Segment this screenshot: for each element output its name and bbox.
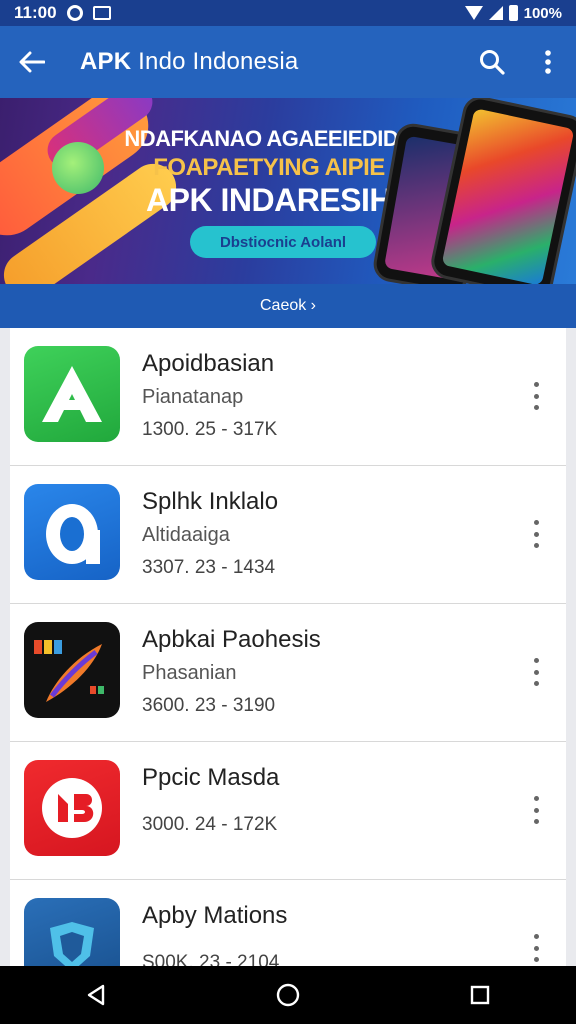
search-icon [480,50,505,75]
list-item[interactable]: Apoidbasian Pianatanap 1300. 25 - 317K [10,328,566,466]
app-developer: Altidaaiga [142,524,230,546]
app-icon [24,484,120,580]
paintbrush-icon [34,640,104,702]
battery-percent: 100% [523,4,562,22]
list-item[interactable]: Apby Mations S00K. 23 - 2104 [10,880,566,966]
app-developer: Phasanian [142,662,237,684]
list-item[interactable]: Splhk Inklalo Altidaaiga 3307. 23 - 1434 [10,466,566,604]
notification-image-icon [92,6,111,20]
banner-text: NDAFKANAO AGAEEIEDIDU FOAPAETYING AIPIE … [124,126,414,219]
search-button[interactable] [464,26,520,98]
promo-banner[interactable]: NDAFKANAO AGAEEIEDIDU FOAPAETYING AIPIE … [0,98,576,286]
nav-home-button[interactable] [258,966,318,1024]
app-icon [24,760,120,856]
page-title: APK Indo Indonesia [80,48,298,76]
list-item[interactable]: Apbkai Paohesis Phasanian 3600. 23 - 319… [10,604,566,742]
app-name: Splhk Inklalo [142,488,279,515]
more-vertical-icon [545,50,551,74]
back-button[interactable] [0,26,64,98]
circle-home-icon [276,983,300,1007]
app-meta: 1300. 25 - 317K [142,419,278,440]
banner-footer-label: Caeok › [259,297,317,314]
nav-back-button[interactable] [66,966,126,1024]
item-more-button[interactable] [524,930,548,966]
app-icon [24,898,120,966]
app-icon [24,346,120,442]
letter-a-icon [42,366,102,422]
item-more-button[interactable] [524,654,548,690]
banner-headline-1: NDAFKANAO AGAEEIEDIDU [124,126,414,151]
app-name: Apoidbasian [142,350,275,377]
app-meta: 3307. 23 - 1434 [142,557,276,578]
app-meta: 3000. 24 - 172K [142,814,278,835]
banner-cta-button[interactable]: Dbstiocnic Aolanl [190,226,376,258]
shield-icon [50,922,94,966]
app-developer: Pianatanap [142,386,244,408]
item-more-button[interactable] [524,516,548,552]
signal-icon [488,6,503,20]
triangle-back-icon [87,984,105,1006]
status-bar: 11:00 100% [0,0,576,26]
letter-o-icon [46,504,100,564]
arrow-left-icon [19,51,45,73]
notification-circle-icon [66,5,83,21]
battery-icon [508,5,518,21]
title-bold: APK [80,48,132,75]
overflow-menu-button[interactable] [520,26,576,98]
app-meta: 3600. 23 - 3190 [142,695,276,716]
banner-headline-2: FOAPAETYING AIPIE [153,154,385,181]
title-rest: Indo Indonesia [138,48,299,75]
wifi-icon [464,6,483,20]
list-item[interactable]: Ppcic Masda 3000. 24 - 172K [10,742,566,880]
square-recents-icon [470,985,490,1005]
phone-illustration [428,98,576,286]
video-logo-icon [42,778,102,838]
app-meta: S00K. 23 - 2104 [142,952,280,966]
app-icon [24,622,120,718]
system-nav-bar [0,966,576,1024]
app-list: Apoidbasian Pianatanap 1300. 25 - 317K S… [10,328,566,966]
banner-footer-link[interactable]: Caeok › [0,284,576,328]
app-name: Ppcic Masda [142,764,280,791]
status-time: 11:00 [14,3,57,22]
app-name: Apbkai Paohesis [142,626,321,653]
item-more-button[interactable] [524,378,548,414]
nav-recents-button[interactable] [450,966,510,1024]
banner-orb [52,142,104,194]
app-bar: APK Indo Indonesia [0,26,576,98]
banner-headline-3: APK INDARESIH [146,182,392,218]
item-more-button[interactable] [524,792,548,828]
app-name: Apby Mations [142,902,288,929]
